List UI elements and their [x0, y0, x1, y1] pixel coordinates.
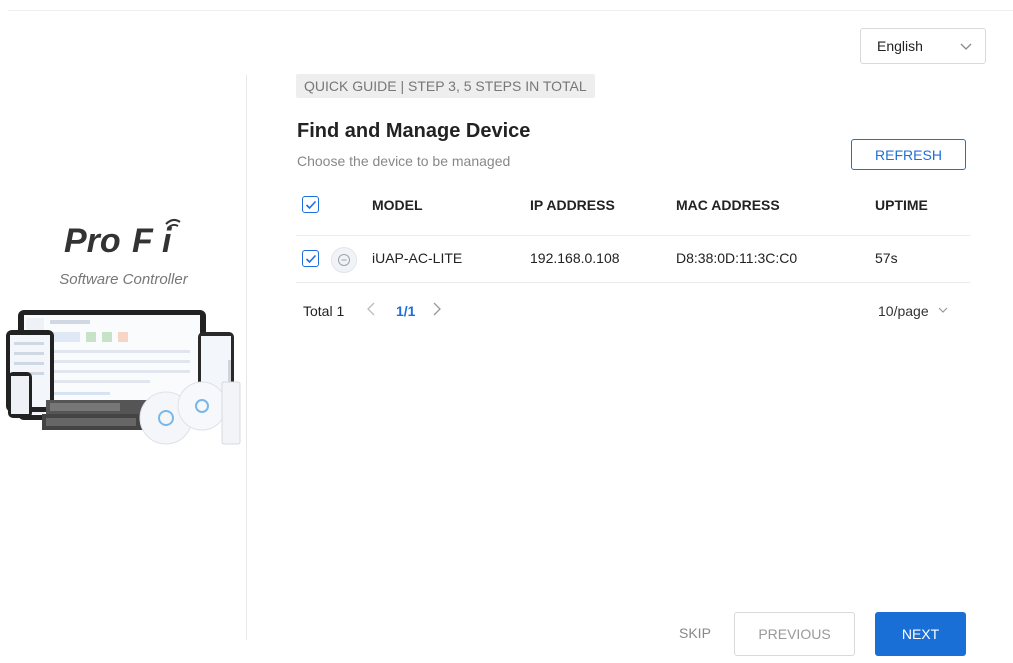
chevron-down-icon [937, 303, 949, 319]
device-uptime: 57s [875, 250, 898, 266]
previous-button[interactable]: PREVIOUS [734, 612, 855, 656]
pagination-current-page: 1/1 [396, 303, 416, 319]
profi-logo: Pro F i [62, 212, 196, 260]
page-size-select[interactable]: 10/page [878, 303, 949, 319]
pagination-prev-icon[interactable] [366, 301, 376, 322]
device-mac: D8:38:0D:11:3C:C0 [676, 250, 798, 266]
access-point-icon [331, 247, 357, 273]
language-select[interactable]: English [860, 28, 986, 64]
table-header-divider [296, 235, 970, 236]
select-all-checkbox[interactable] [302, 196, 319, 213]
svg-text:i: i [162, 222, 173, 260]
device-model: iUAP-AC-LITE [372, 250, 463, 266]
top-divider [8, 10, 1013, 11]
check-icon [305, 254, 316, 263]
row-checkbox[interactable] [302, 250, 319, 267]
step-badge: QUICK GUIDE | STEP 3, 5 STEPS IN TOTAL [296, 74, 595, 98]
svg-text:F: F [132, 222, 154, 260]
hero-devices-illustration [6, 310, 244, 450]
next-button[interactable]: NEXT [875, 612, 966, 656]
refresh-button[interactable]: REFRESH [851, 139, 966, 170]
device-ip: 192.168.0.108 [530, 250, 620, 266]
column-header-model[interactable]: MODEL [372, 197, 423, 213]
table-row-divider [296, 282, 970, 283]
svg-text:Pro: Pro [64, 222, 121, 260]
page-description: Choose the device to be managed [297, 153, 511, 169]
language-value: English [877, 38, 923, 54]
chevron-down-icon [959, 39, 973, 53]
skip-button[interactable]: SKIP [679, 625, 711, 641]
pagination-next-icon[interactable] [432, 301, 442, 322]
column-header-uptime[interactable]: UPTIME [875, 197, 928, 213]
page-size-value: 10/page [878, 303, 929, 319]
brand-subtitle: Software Controller [59, 271, 188, 288]
column-header-ip-address[interactable]: IP ADDRESS [530, 197, 615, 213]
page-title: Find and Manage Device [297, 120, 531, 142]
column-header-mac-address[interactable]: MAC ADDRESS [676, 197, 780, 213]
pagination-total: Total 1 [303, 303, 345, 319]
check-icon [305, 200, 316, 209]
